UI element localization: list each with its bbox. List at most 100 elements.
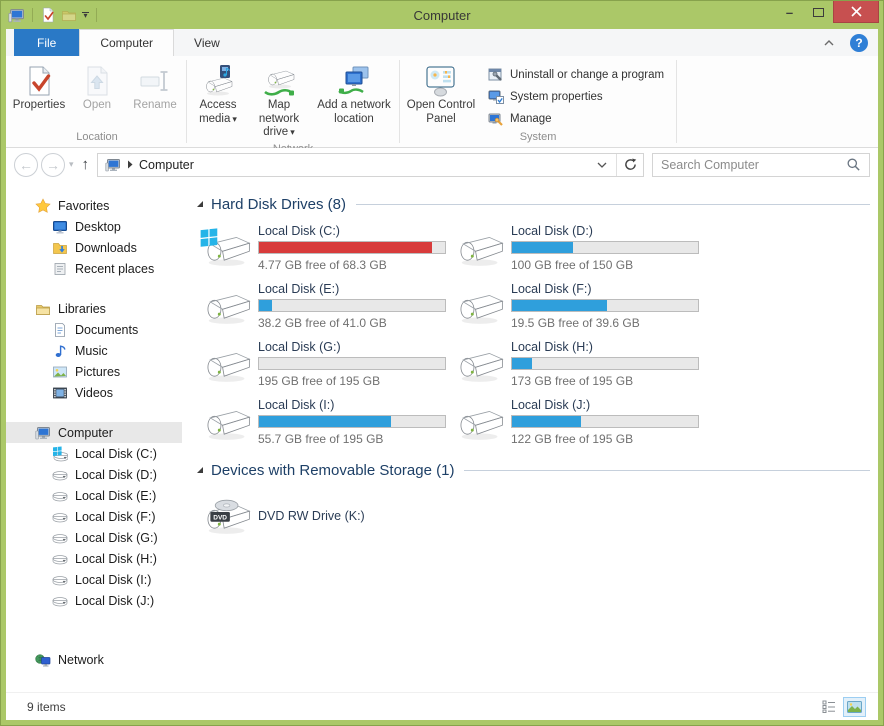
ribbon-separator [186, 60, 187, 143]
sidebar-item-documents[interactable]: Documents [6, 319, 182, 340]
sidebar-item-downloads[interactable]: Downloads [6, 237, 182, 258]
separator [96, 8, 97, 22]
close-button[interactable] [833, 1, 879, 23]
sidebar-item-local-disk-i[interactable]: Local Disk (I:) [6, 569, 182, 590]
forward-button[interactable]: → [41, 153, 65, 177]
search-input[interactable] [661, 158, 846, 172]
sidebar-item-computer[interactable]: Computer [6, 422, 182, 443]
up-button[interactable]: ↑ [82, 156, 90, 173]
open-control-panel-button[interactable]: Open Control Panel [402, 60, 480, 129]
drive-icon [52, 509, 68, 525]
large-icons-view-icon [847, 701, 862, 713]
sidebar-item-local-disk-g[interactable]: Local Disk (G:) [6, 527, 182, 548]
hard-drive-windows-icon [199, 226, 251, 270]
drive-tile-j[interactable]: Local Disk (J:) 122 GB free of 195 GB [452, 398, 705, 446]
maximize-button[interactable] [804, 1, 833, 23]
ribbon-group-network: Access media▾ Map network drive▾ [189, 56, 397, 147]
sidebar-item-local-disk-e[interactable]: Local Disk (E:) [6, 485, 182, 506]
details-view-icon [822, 700, 836, 713]
ribbon-group-location: Properties Open [10, 56, 184, 147]
drive-free-space: 173 GB free of 195 GB [511, 374, 699, 388]
help-icon[interactable]: ? [850, 34, 868, 52]
libraries-icon [35, 301, 51, 317]
back-button[interactable]: ← [14, 153, 38, 177]
sidebar-item-desktop[interactable]: Desktop [6, 216, 182, 237]
qat-new-folder-icon[interactable] [61, 7, 77, 23]
sidebar-item-music[interactable]: Music [6, 340, 182, 361]
window-title: Computer [1, 8, 883, 23]
star-icon [35, 198, 51, 214]
drive-free-space: 38.2 GB free of 41.0 GB [258, 316, 446, 330]
sidebar-item-local-disk-j[interactable]: Local Disk (J:) [6, 590, 182, 611]
add-network-location-button[interactable]: Add a network location [311, 60, 397, 129]
uninstall-icon [488, 67, 504, 83]
drive-tile-c[interactable]: Local Disk (C:) 4.77 GB free of 68.3 GB [199, 224, 452, 272]
rename-icon [139, 63, 171, 99]
large-icons-view-button[interactable] [843, 697, 866, 717]
sidebar-item-libraries[interactable]: Libraries [6, 298, 182, 319]
hard-drive-icon [452, 342, 504, 386]
ribbon-separator [676, 60, 677, 143]
music-icon [52, 343, 68, 359]
open-button[interactable]: Open [68, 60, 126, 116]
hard-drive-icon [452, 284, 504, 328]
computer-icon [35, 425, 51, 441]
status-bar: 9 items [6, 692, 878, 720]
recent-locations-caret-icon[interactable]: ▾ [69, 159, 74, 170]
system-menu-icon[interactable] [8, 7, 25, 24]
explorer-window: ▾ Computer – File Computer View [0, 0, 884, 726]
open-icon [81, 63, 113, 99]
system-properties-button[interactable]: System properties [488, 89, 664, 105]
minimize-button[interactable]: – [775, 1, 804, 23]
group-header-rule [464, 470, 870, 471]
sidebar-item-recent-places[interactable]: Recent places [6, 258, 182, 279]
sidebar-item-network[interactable]: Network [6, 649, 182, 670]
tab-view[interactable]: View [174, 29, 240, 56]
drive-tile-d[interactable]: Local Disk (D:) 100 GB free of 150 GB [452, 224, 705, 272]
system-properties-icon [488, 89, 504, 105]
drive-c-icon [52, 446, 68, 462]
group-header-rule [356, 204, 870, 205]
sidebar-item-favorites[interactable]: Favorites [6, 195, 182, 216]
breadcrumb-location: Computer [139, 158, 194, 172]
sidebar-item-videos[interactable]: Videos [6, 382, 182, 403]
search-icon[interactable] [846, 157, 861, 172]
map-network-drive-icon [262, 63, 296, 99]
collapse-ribbon-icon[interactable] [820, 34, 838, 52]
capacity-bar [258, 415, 446, 428]
tab-computer[interactable]: Computer [79, 29, 174, 56]
tab-file[interactable]: File [14, 29, 79, 56]
address-bar[interactable]: Computer [97, 153, 644, 177]
group-header-removable-storage[interactable]: Devices with Removable Storage (1) [197, 462, 870, 479]
qat-properties-icon[interactable] [40, 7, 56, 23]
sidebar-item-local-disk-h[interactable]: Local Disk (H:) [6, 548, 182, 569]
map-network-drive-button[interactable]: Map network drive▾ [247, 60, 311, 143]
hard-drive-icon [199, 284, 251, 328]
access-media-button[interactable]: Access media▾ [189, 60, 247, 129]
drive-icon [52, 530, 68, 546]
drive-free-space: 122 GB free of 195 GB [511, 432, 699, 446]
manage-button[interactable]: Manage [488, 111, 664, 127]
sidebar-item-local-disk-d[interactable]: Local Disk (D:) [6, 464, 182, 485]
drive-tile-g[interactable]: Local Disk (G:) 195 GB free of 195 GB [199, 340, 452, 388]
drive-tile-i[interactable]: Local Disk (I:) 55.7 GB free of 195 GB [199, 398, 452, 446]
rename-button[interactable]: Rename [126, 60, 184, 116]
qat-customize-icon[interactable]: ▾ [82, 12, 89, 18]
drive-tile-e[interactable]: Local Disk (E:) 38.2 GB free of 41.0 GB [199, 282, 452, 330]
ribbon-separator [399, 60, 400, 143]
breadcrumb[interactable]: Computer [98, 154, 201, 176]
sidebar-item-local-disk-c[interactable]: Local Disk (C:) [6, 443, 182, 464]
details-view-button[interactable] [817, 697, 840, 717]
refresh-icon[interactable] [616, 154, 643, 176]
manage-icon [488, 111, 504, 127]
sidebar-item-local-disk-f[interactable]: Local Disk (F:) [6, 506, 182, 527]
hard-drive-icon [199, 400, 251, 444]
properties-button[interactable]: Properties [10, 60, 68, 116]
uninstall-program-button[interactable]: Uninstall or change a program [488, 67, 664, 83]
group-header-hard-disk-drives[interactable]: Hard Disk Drives (8) [197, 196, 870, 213]
drive-tile-h[interactable]: Local Disk (H:) 173 GB free of 195 GB [452, 340, 705, 388]
sidebar-item-pictures[interactable]: Pictures [6, 361, 182, 382]
address-dropdown-icon[interactable] [588, 154, 616, 176]
dvd-drive-tile[interactable]: DVD RW Drive (K:) [199, 490, 870, 542]
drive-tile-f[interactable]: Local Disk (F:) 19.5 GB free of 39.6 GB [452, 282, 705, 330]
